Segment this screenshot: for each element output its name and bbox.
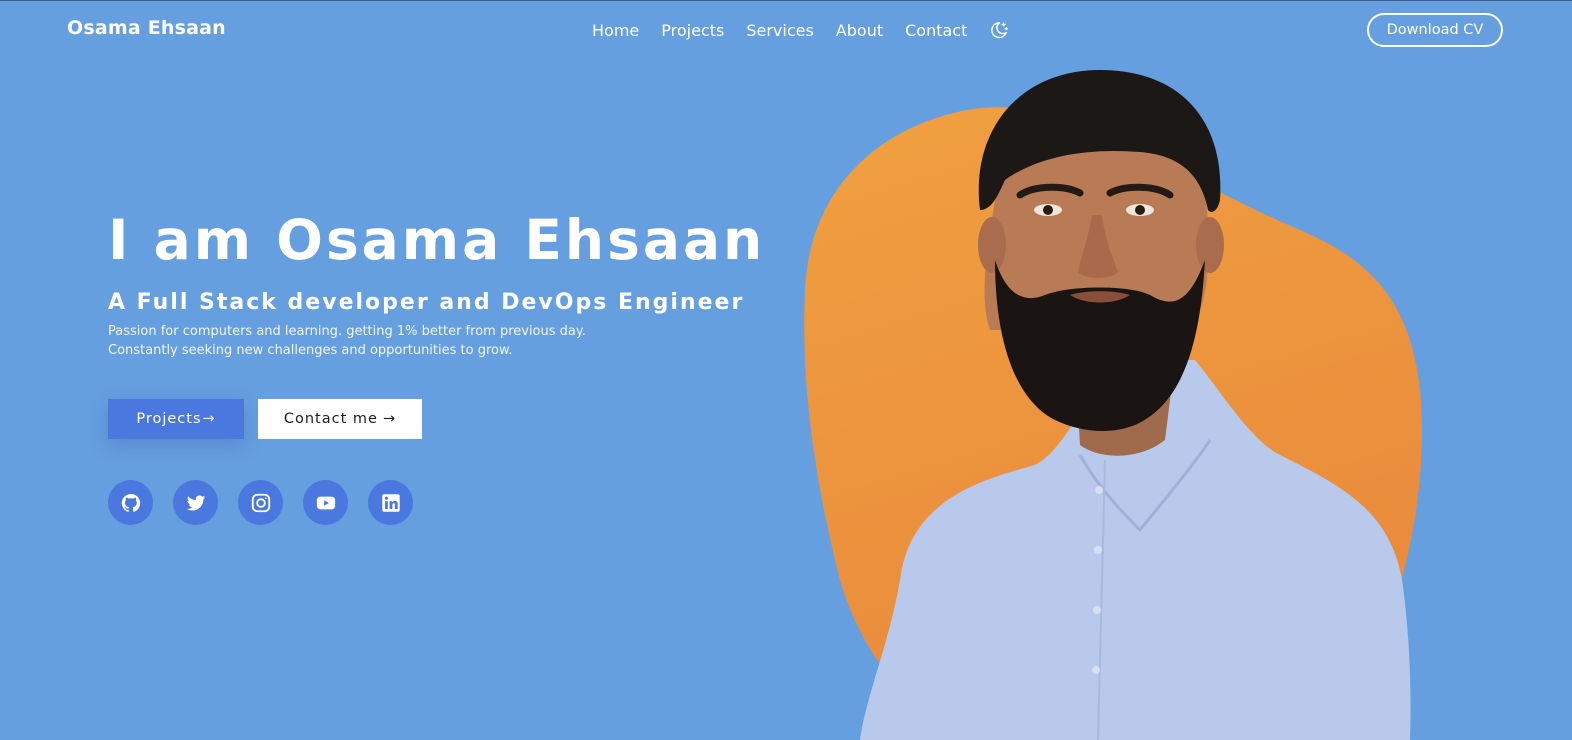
portrait-illustration <box>804 70 1422 740</box>
nav-about[interactable]: About <box>836 21 883 40</box>
nav-home[interactable]: Home <box>592 21 639 40</box>
brand-logo[interactable]: Osama Ehsaan <box>67 17 226 39</box>
instagram-icon[interactable] <box>238 480 283 525</box>
hero-page: Osama Ehsaan Home Projects Services Abou… <box>0 0 1572 740</box>
social-links <box>108 480 433 525</box>
nav-services[interactable]: Services <box>746 21 813 40</box>
nav-projects[interactable]: Projects <box>661 21 724 40</box>
github-icon[interactable] <box>108 480 153 525</box>
main-nav: Home Projects Services About Contact <box>592 19 1010 41</box>
contact-button-label: Contact me <box>283 411 378 427</box>
window-top-border <box>0 0 1572 1</box>
youtube-icon[interactable] <box>303 480 348 525</box>
projects-button[interactable]: Projects → <box>108 399 244 439</box>
nav-contact[interactable]: Contact <box>905 21 967 40</box>
projects-button-label: Projects <box>136 411 202 427</box>
hero-description-line: Passion for computers and learning. gett… <box>108 324 586 339</box>
hero-title: I am Osama Ehsaan <box>108 208 766 272</box>
twitter-icon[interactable] <box>173 480 218 525</box>
contact-me-button[interactable]: Contact me → <box>258 399 422 439</box>
moon-stars-icon[interactable] <box>988 19 1010 41</box>
download-cv-button[interactable]: Download CV <box>1367 13 1503 47</box>
hero-description-line: Constantly seeking new challenges and op… <box>108 343 513 358</box>
hero-description: Passion for computers and learning. gett… <box>108 322 586 360</box>
arrow-right-icon: → <box>202 411 216 427</box>
linkedin-icon[interactable] <box>368 480 413 525</box>
arrow-right-icon: → <box>382 411 397 427</box>
hero-subtitle: A Full Stack developer and DevOps Engine… <box>108 290 745 315</box>
